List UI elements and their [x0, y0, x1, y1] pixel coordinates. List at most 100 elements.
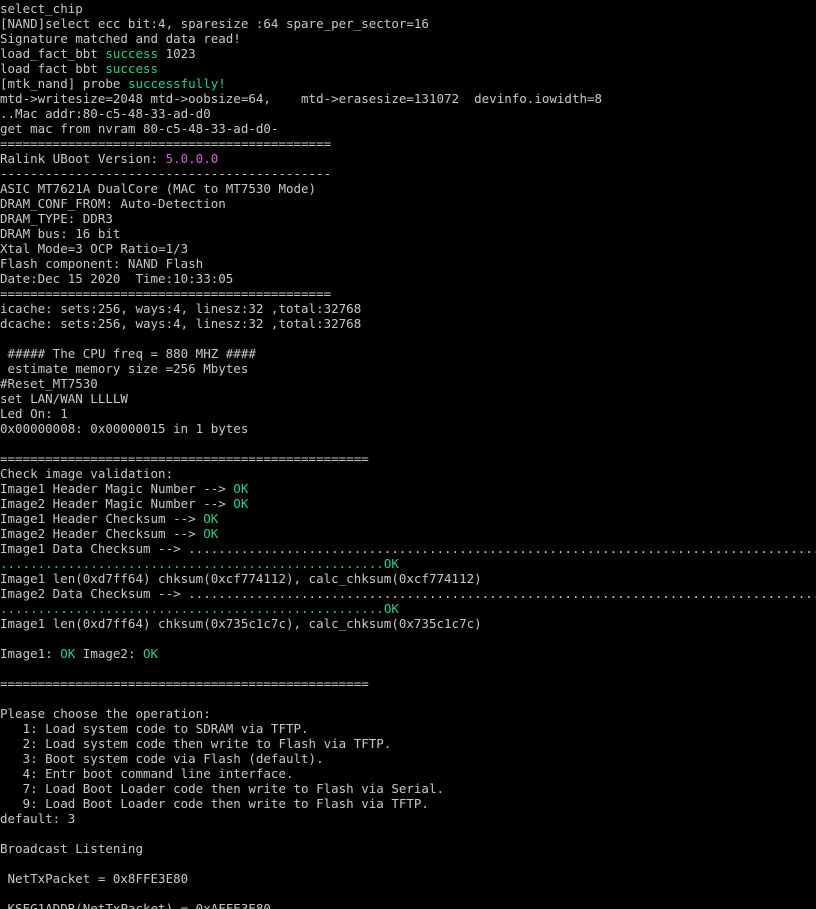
terminal-line: Image2 Data Checksum --> ...............…	[0, 586, 816, 601]
terminal-text: set LAN/WAN LLLLW	[0, 391, 128, 406]
terminal-text: OK	[203, 511, 219, 526]
terminal-line: Date:Dec 15 2020 Time:10:33:05	[0, 271, 816, 286]
terminal-line: DRAM_CONF_FROM: Auto-Detection	[0, 196, 816, 211]
terminal-line: Signature matched and data read!	[0, 31, 816, 46]
terminal-text: Date:Dec 15 2020 Time:10:33:05	[0, 271, 234, 286]
terminal-line: 4: Entr boot command line interface.	[0, 766, 816, 781]
terminal-text: dcache: sets:256, ways:4, linesz:32 ,tot…	[0, 316, 362, 331]
terminal-output: select_chip [NAND]select ecc bit:4, spare…	[0, 1, 816, 909]
terminal-text: ========================================…	[0, 676, 369, 691]
terminal-text: OK	[143, 646, 159, 661]
terminal-text: load fact bbt	[0, 61, 106, 76]
terminal-text: successfully!	[127, 76, 226, 91]
terminal-text: OK	[383, 556, 399, 571]
terminal-text: Flash component: NAND Flash	[0, 256, 204, 271]
terminal-line: Image1 len(0xd7ff64) chksum(0x735c1c7c),…	[0, 616, 816, 631]
terminal-text: mtd->writesize=2048 mtd->oobsize=64, mtd…	[0, 91, 603, 106]
terminal-text: Signature matched and data read!	[0, 31, 241, 46]
terminal-text: 1023	[158, 46, 196, 61]
terminal-line: DRAM bus: 16 bit	[0, 226, 816, 241]
terminal-line: KSEG1ADDR(NetTxPacket) = 0xAFFE3E80	[0, 901, 816, 909]
terminal-text: 1: Load system code to SDRAM via TFTP.	[0, 721, 309, 736]
terminal-text: [NAND]select ecc bit:4, sparesize :64 sp…	[0, 16, 429, 31]
terminal-text: Image2 Header Magic Number -->	[0, 496, 234, 511]
terminal-text: KSEG1ADDR(NetTxPacket) = 0xAFFE3E80	[0, 901, 271, 909]
terminal-text: ........................................…	[0, 556, 384, 571]
terminal-line: load fact bbt success	[0, 61, 816, 76]
terminal-line: [mtk_nand] probe successfully!	[0, 76, 816, 91]
terminal-text: ========================================…	[0, 451, 369, 466]
terminal-text: Image2 Header Checksum -->	[0, 526, 204, 541]
terminal-text: get mac from nvram 80-c5-48-33-ad-d0-	[0, 121, 279, 136]
terminal-line: ========================================…	[0, 286, 816, 301]
terminal-text: ..Mac addr:80-c5-48-33-ad-d0	[0, 106, 211, 121]
terminal-text: ASIC MT7621A DualCore (MAC to MT7530 Mod…	[0, 181, 317, 196]
terminal-text: DRAM_TYPE: DDR3	[0, 211, 113, 226]
terminal-text: 0x00000008: 0x00000015 in 1 bytes	[0, 421, 249, 436]
terminal-text: OK	[60, 646, 76, 661]
terminal-line: load_fact_bbt success 1023	[0, 46, 816, 61]
terminal-line: get mac from nvram 80-c5-48-33-ad-d0-	[0, 121, 816, 136]
terminal-line: Please choose the operation:	[0, 706, 816, 721]
terminal-text: NetTxPacket = 0x8FFE3E80	[0, 871, 189, 886]
terminal-line: Image1 Header Checksum --> OK	[0, 511, 816, 526]
terminal-line: ========================================…	[0, 676, 816, 691]
terminal-line: Image1 Header Magic Number --> OK	[0, 481, 816, 496]
terminal-text: default: 3	[0, 811, 76, 826]
terminal-text: OK	[203, 526, 219, 541]
terminal-line: 9: Load Boot Loader code then write to F…	[0, 796, 816, 811]
terminal-text: Ralink UBoot Version:	[0, 151, 166, 166]
terminal-line: dcache: sets:256, ways:4, linesz:32 ,tot…	[0, 316, 816, 331]
terminal-line: Led On: 1	[0, 406, 816, 421]
terminal-text: Please choose the operation:	[0, 706, 211, 721]
terminal-text: Image1 len(0xd7ff64) chksum(0x735c1c7c),…	[0, 616, 482, 631]
terminal-line: #Reset_MT7530	[0, 376, 816, 391]
terminal-text: DRAM_CONF_FROM: Auto-Detection	[0, 196, 226, 211]
terminal-text: ........................................…	[0, 601, 384, 616]
terminal-line: Image2 Header Checksum --> OK	[0, 526, 816, 541]
terminal-line: NetTxPacket = 0x8FFE3E80	[0, 871, 816, 886]
terminal-text: ========================================…	[0, 136, 332, 151]
terminal-line: ##### The CPU freq = 880 MHZ ####	[0, 346, 816, 361]
terminal-text: Check image validation:	[0, 466, 174, 481]
terminal-line: 3: Boot system code via Flash (default).	[0, 751, 816, 766]
terminal-line: Image1 len(0xd7ff64) chksum(0xcf774112),…	[0, 571, 816, 586]
terminal-line: Xtal Mode=3 OCP Ratio=1/3	[0, 241, 816, 256]
terminal-window[interactable]: select_chip [NAND]select ecc bit:4, spare…	[0, 0, 816, 909]
terminal-line: ========================================…	[0, 451, 816, 466]
terminal-text: success	[105, 46, 159, 61]
terminal-line: default: 3	[0, 811, 816, 826]
terminal-line: Image1: OK Image2: OK	[0, 646, 816, 661]
terminal-line: DRAM_TYPE: DDR3	[0, 211, 816, 226]
terminal-line: Image1 Data Checksum --> ...............…	[0, 541, 816, 556]
terminal-text: 5.0.0.0	[165, 151, 219, 166]
terminal-text: Image2:	[75, 646, 144, 661]
terminal-line: ........................................…	[0, 556, 816, 571]
terminal-line: [NAND]select ecc bit:4, sparesize :64 sp…	[0, 16, 816, 31]
terminal-line: ========================================…	[0, 136, 816, 151]
terminal-text: ========================================…	[0, 286, 332, 301]
terminal-text: OK	[233, 481, 249, 496]
terminal-text: Image2 Data Checksum --> ...............…	[0, 586, 816, 601]
terminal-text: 4: Entr boot command line interface.	[0, 766, 294, 781]
terminal-text: estimate memory size =256 Mbytes	[0, 361, 249, 376]
terminal-text: Image1 Header Magic Number -->	[0, 481, 234, 496]
terminal-text: Image1 Header Checksum -->	[0, 511, 204, 526]
terminal-text: Image1 len(0xd7ff64) chksum(0xcf774112),…	[0, 571, 482, 586]
terminal-line: icache: sets:256, ways:4, linesz:32 ,tot…	[0, 301, 816, 316]
terminal-line: Check image validation:	[0, 466, 816, 481]
terminal-text: 7: Load Boot Loader code then write to F…	[0, 781, 445, 796]
terminal-line: 1: Load system code to SDRAM via TFTP.	[0, 721, 816, 736]
terminal-line: 0x00000008: 0x00000015 in 1 bytes	[0, 421, 816, 436]
terminal-text: load_fact_bbt	[0, 46, 106, 61]
terminal-line: select_chip	[0, 1, 816, 16]
terminal-text: 3: Boot system code via Flash (default).	[0, 751, 324, 766]
terminal-line: ----------------------------------------…	[0, 166, 816, 181]
